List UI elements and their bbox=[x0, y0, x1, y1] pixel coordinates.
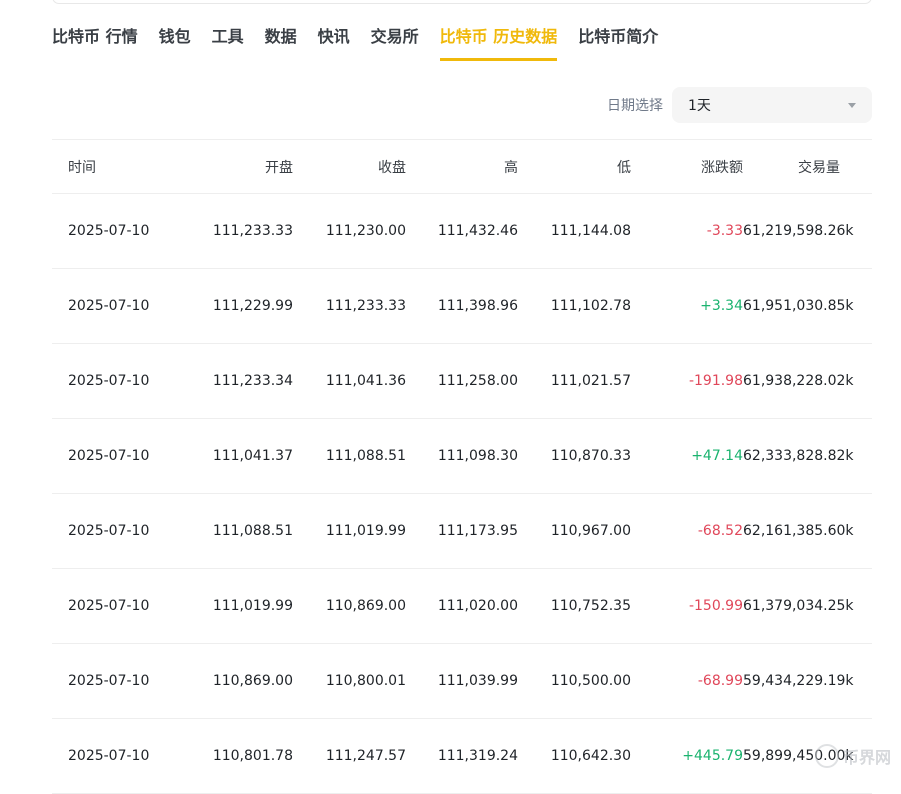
table-row: 2025-07-10 111,088.51 111,019.99 111,173… bbox=[52, 494, 872, 569]
cell-low: 110,967.00 bbox=[518, 523, 631, 539]
cell-close: 111,247.57 bbox=[293, 748, 406, 764]
cell-open: 111,233.33 bbox=[180, 223, 293, 239]
cell-time: 2025-07-10 bbox=[52, 373, 180, 389]
cell-low: 111,144.08 bbox=[518, 223, 631, 239]
tab-tools[interactable]: 工具 bbox=[212, 25, 244, 61]
cell-change: -68.52 bbox=[631, 523, 743, 539]
cell-volume: 62,333,828.82k bbox=[743, 448, 856, 464]
cell-open: 110,869.00 bbox=[180, 673, 293, 689]
cell-open: 110,801.78 bbox=[180, 748, 293, 764]
cell-open: 111,019.99 bbox=[180, 598, 293, 614]
cell-open: 111,233.34 bbox=[180, 373, 293, 389]
cell-close: 110,869.00 bbox=[293, 598, 406, 614]
cell-change: +47.14 bbox=[631, 448, 743, 464]
cell-change: -68.99 bbox=[631, 673, 743, 689]
cell-volume: 59,434,229.19k bbox=[743, 673, 856, 689]
tab-exchanges[interactable]: 交易所 bbox=[371, 25, 419, 61]
cell-close: 111,233.33 bbox=[293, 298, 406, 314]
cell-change: -191.98 bbox=[631, 373, 743, 389]
cell-high: 111,319.24 bbox=[406, 748, 518, 764]
cell-high: 111,258.00 bbox=[406, 373, 518, 389]
cell-change: +3.34 bbox=[631, 298, 743, 314]
tab-wallet[interactable]: 钱包 bbox=[159, 25, 191, 61]
cell-high: 111,039.99 bbox=[406, 673, 518, 689]
cell-volume: 61,379,034.25k bbox=[743, 598, 856, 614]
cell-high: 111,432.46 bbox=[406, 223, 518, 239]
cell-low: 110,752.35 bbox=[518, 598, 631, 614]
cell-time: 2025-07-10 bbox=[52, 748, 180, 764]
table-row: 2025-07-10 111,233.34 111,041.36 111,258… bbox=[52, 344, 872, 419]
tab-news[interactable]: 快讯 bbox=[318, 25, 350, 61]
coin-logo-icon bbox=[815, 744, 839, 768]
cell-high: 111,173.95 bbox=[406, 523, 518, 539]
table-row: 2025-07-10 110,869.00 110,800.01 111,039… bbox=[52, 644, 872, 719]
cell-volume: 61,219,598.26k bbox=[743, 223, 856, 239]
column-header-low: 低 bbox=[518, 157, 631, 177]
cell-time: 2025-07-10 bbox=[52, 298, 180, 314]
cell-volume: 62,161,385.60k bbox=[743, 523, 856, 539]
cell-low: 111,021.57 bbox=[518, 373, 631, 389]
column-header-open: 开盘 bbox=[180, 157, 293, 177]
column-header-volume: 交易量 bbox=[743, 157, 856, 177]
tab-bar: 比特币 行情 钱包 工具 数据 快讯 交易所 比特币 历史数据 比特币简介 bbox=[52, 25, 679, 65]
date-range-value: 1天 bbox=[688, 95, 711, 115]
cell-close: 111,230.00 bbox=[293, 223, 406, 239]
cell-close: 111,019.99 bbox=[293, 523, 406, 539]
cell-open: 111,088.51 bbox=[180, 523, 293, 539]
column-header-high: 高 bbox=[406, 157, 518, 177]
cell-change: +445.79 bbox=[631, 748, 743, 764]
cell-high: 111,398.96 bbox=[406, 298, 518, 314]
table-row: 2025-07-10 111,233.33 111,230.00 111,432… bbox=[52, 194, 872, 269]
date-filter-label: 日期选择 bbox=[607, 95, 663, 115]
column-header-close: 收盘 bbox=[293, 157, 406, 177]
cell-time: 2025-07-10 bbox=[52, 523, 180, 539]
column-header-time: 时间 bbox=[52, 157, 180, 177]
watermark-text: 币界网 bbox=[843, 744, 891, 768]
history-table: 时间 开盘 收盘 高 低 涨跌额 交易量 2025-07-10 111,233.… bbox=[52, 139, 872, 794]
cell-close: 110,800.01 bbox=[293, 673, 406, 689]
watermark: 币界网 bbox=[815, 744, 891, 768]
date-range-select[interactable]: 1天 bbox=[672, 87, 872, 123]
cell-low: 110,870.33 bbox=[518, 448, 631, 464]
table-row: 2025-07-10 111,019.99 110,869.00 111,020… bbox=[52, 569, 872, 644]
table-row: 2025-07-10 111,041.37 111,088.51 111,098… bbox=[52, 419, 872, 494]
top-panel-edge bbox=[52, 0, 872, 4]
cell-volume: 61,951,030.85k bbox=[743, 298, 856, 314]
cell-high: 111,098.30 bbox=[406, 448, 518, 464]
date-filter: 日期选择 1天 bbox=[607, 87, 872, 123]
cell-time: 2025-07-10 bbox=[52, 598, 180, 614]
cell-low: 110,500.00 bbox=[518, 673, 631, 689]
cell-time: 2025-07-10 bbox=[52, 673, 180, 689]
chevron-down-icon bbox=[848, 103, 856, 108]
cell-open: 111,041.37 bbox=[180, 448, 293, 464]
table-header: 时间 开盘 收盘 高 低 涨跌额 交易量 bbox=[52, 140, 872, 194]
table-row: 2025-07-10 110,801.78 111,247.57 111,319… bbox=[52, 719, 872, 794]
cell-open: 111,229.99 bbox=[180, 298, 293, 314]
cell-time: 2025-07-10 bbox=[52, 223, 180, 239]
cell-close: 111,088.51 bbox=[293, 448, 406, 464]
table-row: 2025-07-10 111,229.99 111,233.33 111,398… bbox=[52, 269, 872, 344]
cell-low: 111,102.78 bbox=[518, 298, 631, 314]
cell-volume: 61,938,228.02k bbox=[743, 373, 856, 389]
cell-change: -3.33 bbox=[631, 223, 743, 239]
tab-market[interactable]: 比特币 行情 bbox=[52, 25, 138, 61]
cell-time: 2025-07-10 bbox=[52, 448, 180, 464]
tab-history[interactable]: 比特币 历史数据 bbox=[440, 25, 558, 61]
cell-high: 111,020.00 bbox=[406, 598, 518, 614]
column-header-change: 涨跌额 bbox=[631, 157, 743, 177]
cell-low: 110,642.30 bbox=[518, 748, 631, 764]
tab-intro[interactable]: 比特币简介 bbox=[578, 25, 658, 61]
cell-close: 111,041.36 bbox=[293, 373, 406, 389]
tab-data[interactable]: 数据 bbox=[265, 25, 297, 61]
cell-change: -150.99 bbox=[631, 598, 743, 614]
